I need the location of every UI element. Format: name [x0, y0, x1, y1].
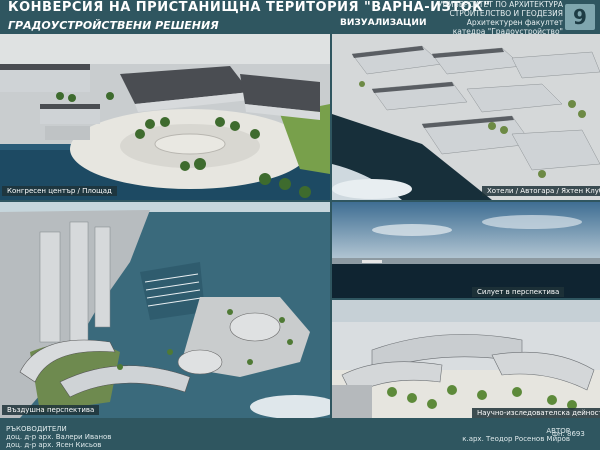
panel-caption: Силует в перспектива [472, 287, 565, 297]
silhouette-render [332, 202, 600, 298]
panel-aerial: Въздушна перспектива [0, 202, 330, 418]
author-heading: АВТОР [546, 427, 570, 435]
section-label: ВИЗУАЛИЗАЦИИ [340, 18, 427, 28]
author-block: АВТОР к.арх. Теодор Росенов Миров [420, 427, 570, 443]
aerial-render [0, 202, 330, 418]
supervisor-name: доц. д-р арх. Ясен Кисьов [6, 441, 102, 449]
panel-caption: Научно-изследователска дейност [472, 408, 600, 418]
faculty-number: фн. 8693 [552, 430, 585, 438]
congress-render [0, 34, 330, 200]
panel-congress-center: Конгресен център / Площад [0, 34, 330, 200]
panel-research: Научно-изследователска дейност [332, 300, 600, 418]
research-render [332, 300, 600, 418]
author-name: к.арх. Теодор Росенов Миров [462, 435, 570, 443]
supervisor-name: доц. д-р арх. Валери Иванов [6, 433, 112, 441]
university-line: Архитектурен факултет [466, 18, 563, 27]
supervisors-heading: РЪКОВОДИТЕЛИ [6, 425, 67, 433]
university-line: УНИВЕРСИТЕТ ПО АРХИТЕКТУРА [437, 0, 563, 9]
page-number-badge: 9 [565, 4, 595, 30]
hotels-render [332, 34, 600, 200]
panel-caption: Хотели / Автогара / Яхтен Клуб [482, 186, 600, 196]
university-line: СТРОИТЕЛСТВО И ГЕОДЕЗИЯ [449, 9, 563, 18]
panel-caption: Конгресен център / Площад [2, 186, 117, 196]
page-subtitle: ГРАДОУСТРОЙСТВЕНИ РЕШЕНИЯ [8, 19, 219, 32]
panel-silhouette: Силует в перспектива [332, 202, 600, 298]
supervisors-block: РЪКОВОДИТЕЛИ доц. д-р арх. Валери Иванов… [6, 425, 111, 449]
panel-caption: Въздушна перспектива [2, 405, 100, 415]
panel-hotels: Хотели / Автогара / Яхтен Клуб [332, 34, 600, 200]
university-block: УНИВЕРСИТЕТ ПО АРХИТЕКТУРА СТРОИТЕЛСТВО … [425, 0, 563, 36]
page-title: КОНВЕРСИЯ НА ПРИСТАНИЩНА ТЕРИТОРИЯ "ВАРН… [8, 0, 491, 15]
